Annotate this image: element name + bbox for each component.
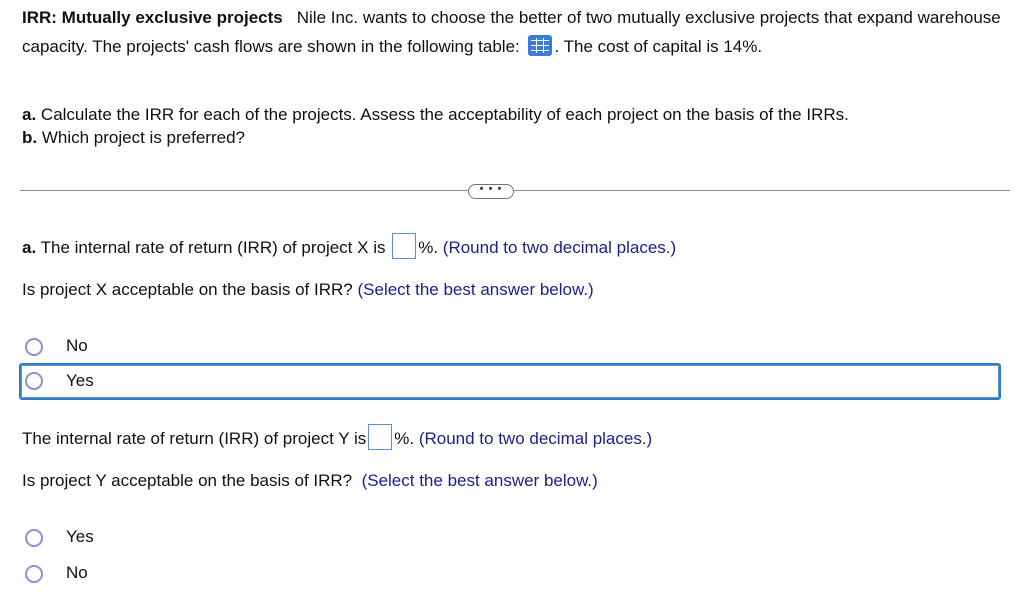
option-y-no-label: No <box>66 563 88 582</box>
option-x-yes-label: Yes <box>66 371 94 390</box>
problem-text-2: . The cost of capital is 14%. <box>554 37 763 56</box>
accept-y-text: Is project Y acceptable on the basis of … <box>22 471 353 490</box>
round-hint-x: (Round to two decimal places.) <box>442 238 677 257</box>
problem-title: IRR: Mutually exclusive projects <box>22 8 283 27</box>
part-a-instruction: a. Calculate the IRR for each of the pro… <box>22 105 849 125</box>
percent-suffix-x: %. <box>418 238 439 257</box>
irr-y-text: The internal rate of return (IRR) of pro… <box>22 429 367 448</box>
irr-x-input[interactable] <box>392 233 417 259</box>
part-a-label-x: a. <box>22 238 37 257</box>
select-hint-x: (Select the best answer below.) <box>357 280 594 299</box>
radio-y-yes[interactable] <box>25 529 43 547</box>
option-x-yes[interactable]: Yes <box>19 363 1001 400</box>
percent-suffix-y: %. <box>394 429 415 448</box>
option-x-no[interactable]: No <box>0 330 1024 362</box>
irr-x-text: The internal rate of return (IRR) of pro… <box>40 238 386 257</box>
part-b-instruction: b. Which project is preferred? <box>22 128 245 148</box>
round-hint-y: (Round to two decimal places.) <box>418 429 653 448</box>
radio-x-no[interactable] <box>25 338 43 356</box>
expand-more-button[interactable]: • • • <box>468 184 514 199</box>
select-hint-y: (Select the best answer below.) <box>361 471 598 490</box>
accept-x-question: Is project X acceptable on the basis of … <box>22 280 594 300</box>
irr-y-question: The internal rate of return (IRR) of pro… <box>22 424 652 450</box>
part-b-text: Which project is preferred? <box>41 128 245 147</box>
option-y-no[interactable]: No <box>0 557 1024 589</box>
accept-x-text: Is project X acceptable on the basis of … <box>22 280 353 299</box>
radio-y-no[interactable] <box>25 565 43 583</box>
option-y-yes-label: Yes <box>66 527 94 546</box>
section-divider <box>20 190 1010 191</box>
option-y-yes[interactable]: Yes <box>0 521 1024 553</box>
irr-y-input[interactable] <box>368 424 393 450</box>
irr-x-question: a. The internal rate of return (IRR) of … <box>22 233 676 259</box>
part-a-text: Calculate the IRR for each of the projec… <box>40 105 849 124</box>
table-grid-icon[interactable] <box>527 35 552 56</box>
radio-x-yes[interactable] <box>25 372 43 390</box>
option-x-no-label: No <box>66 336 88 355</box>
part-a-label: a. <box>22 105 37 124</box>
problem-statement: IRR: Mutually exclusive projects Nile Inc… <box>22 3 1012 61</box>
accept-y-question: Is project Y acceptable on the basis of … <box>22 471 598 491</box>
part-b-label: b. <box>22 128 38 147</box>
